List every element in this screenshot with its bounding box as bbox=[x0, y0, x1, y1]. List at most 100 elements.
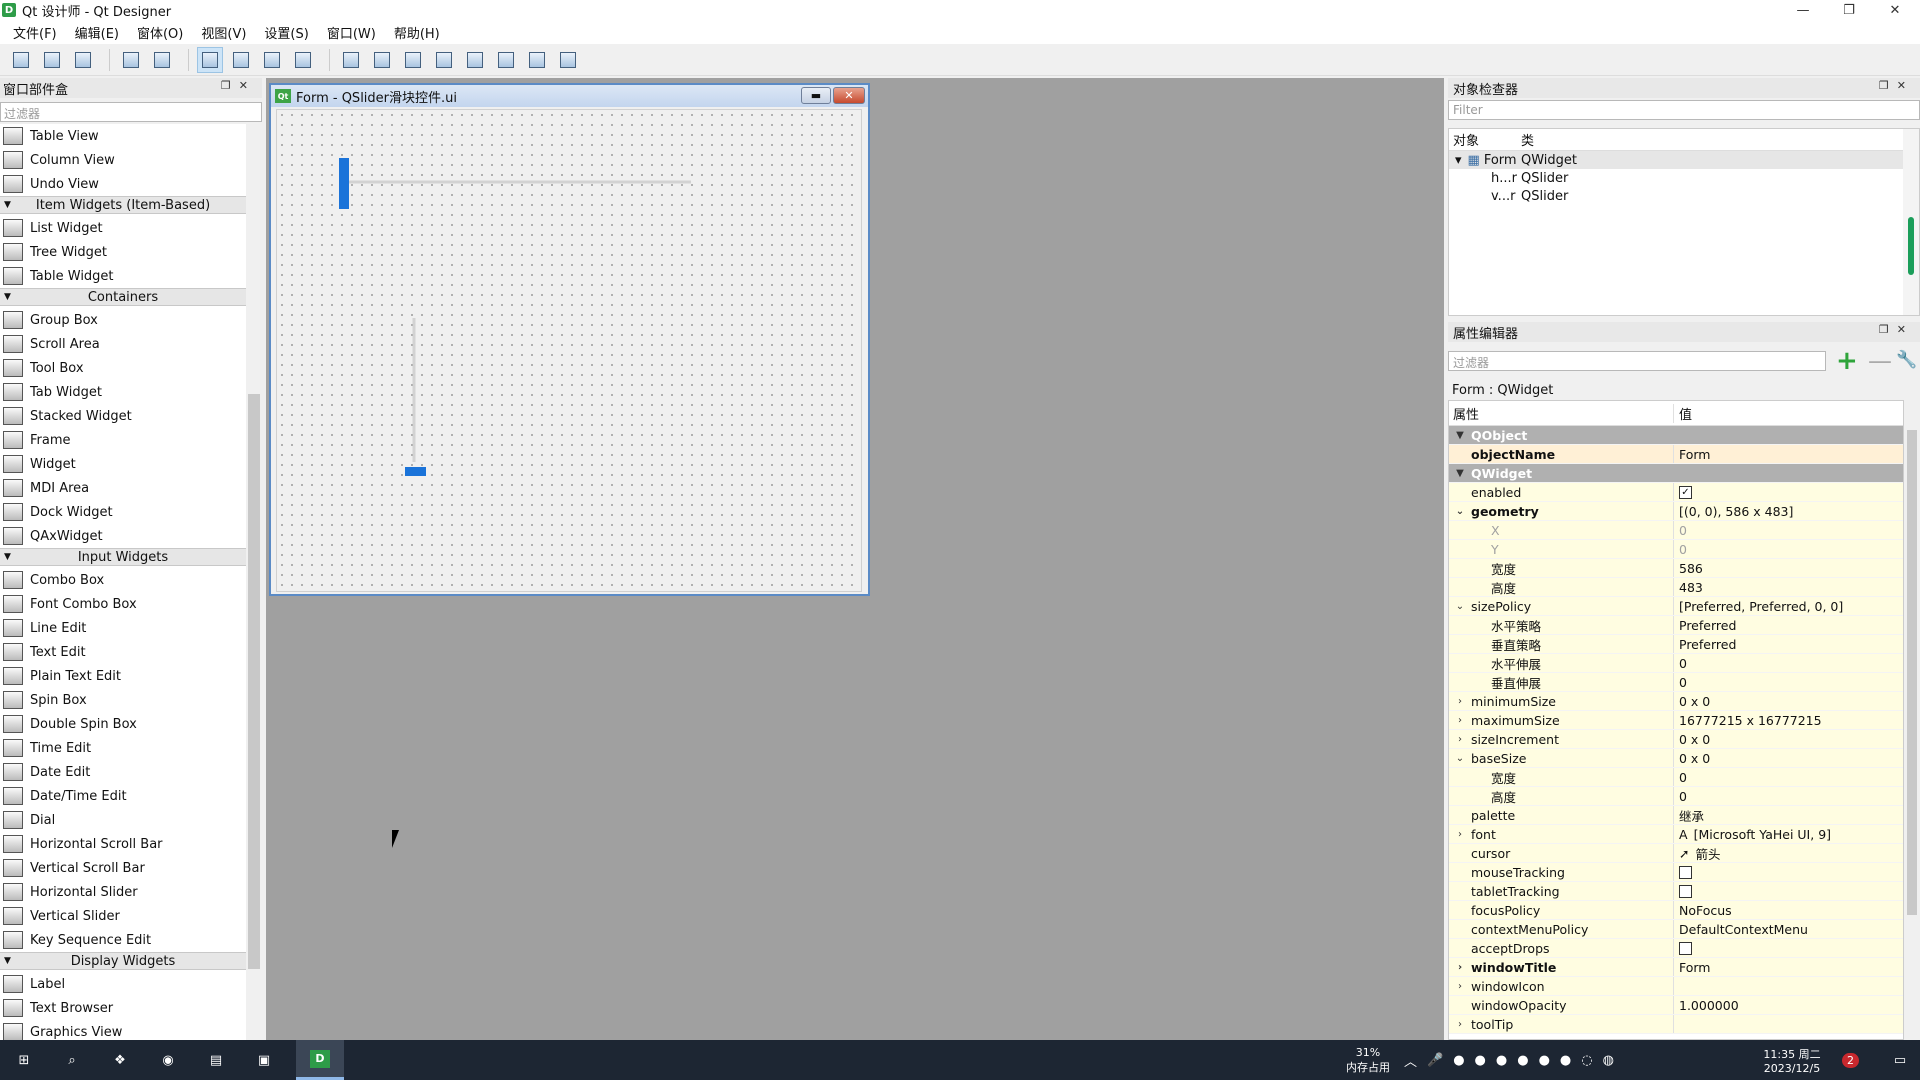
property-value-cell[interactable]: ➚ 箭头 bbox=[1674, 844, 1903, 863]
qq-icon[interactable]: ● bbox=[1539, 1053, 1550, 1068]
property-value-cell[interactable]: [(0, 0), 586 x 483] bbox=[1674, 504, 1903, 519]
property-row[interactable]: › maximumSize 16777215 x 16777215 bbox=[1449, 711, 1903, 730]
widget-category-header[interactable]: ▼ Input Widgets bbox=[0, 548, 246, 566]
property-row[interactable]: 垂直策略 Preferred bbox=[1449, 635, 1903, 654]
widget-category-header[interactable]: ▼ Item Widgets (Item-Based) bbox=[0, 196, 246, 214]
property-row[interactable]: › font A [Microsoft YaHei UI, 9] bbox=[1449, 825, 1903, 844]
widget-box-item[interactable]: Widget bbox=[0, 452, 246, 476]
widget-box-item[interactable]: Date Edit bbox=[0, 760, 246, 784]
property-row[interactable]: 高度 0 bbox=[1449, 787, 1903, 806]
checkbox-checked[interactable]: ✓ bbox=[1679, 485, 1692, 499]
property-value-cell[interactable]: Preferred bbox=[1674, 637, 1903, 652]
property-value-cell[interactable]: 483 bbox=[1674, 580, 1903, 595]
value-column-header[interactable]: 值 bbox=[1674, 404, 1692, 423]
property-value-cell[interactable]: 0 x 0 bbox=[1674, 694, 1903, 709]
widget-box-item[interactable]: Time Edit bbox=[0, 736, 246, 760]
widget-box-item[interactable]: Text Edit bbox=[0, 640, 246, 664]
property-row[interactable]: 水平伸展 0 bbox=[1449, 654, 1903, 673]
property-value-cell[interactable]: 0 bbox=[1674, 789, 1903, 804]
edit-buddies-button[interactable] bbox=[259, 47, 285, 73]
layout-form-button[interactable] bbox=[493, 47, 519, 73]
qq-icon[interactable]: ● bbox=[1496, 1053, 1507, 1068]
wechat-icon[interactable]: ● bbox=[1560, 1053, 1571, 1068]
property-value-cell[interactable]: 继承 bbox=[1674, 806, 1903, 825]
property-value-cell[interactable]: 0 bbox=[1674, 542, 1903, 557]
property-value-cell[interactable] bbox=[1674, 884, 1903, 898]
property-row[interactable]: › windowIcon bbox=[1449, 977, 1903, 996]
property-row[interactable]: ⌄ geometry [(0, 0), 586 x 483] bbox=[1449, 502, 1903, 521]
property-value-cell[interactable] bbox=[1674, 941, 1903, 955]
widget-box-item[interactable]: QAxWidget bbox=[0, 524, 246, 548]
widget-box-item[interactable]: Graphics View bbox=[0, 1020, 246, 1040]
widget-box-item[interactable]: Vertical Scroll Bar bbox=[0, 856, 246, 880]
expand-arrow-icon[interactable]: › bbox=[1449, 1019, 1471, 1030]
property-row[interactable]: 宽度 0 bbox=[1449, 768, 1903, 787]
widget-box-item[interactable]: Key Sequence Edit bbox=[0, 928, 246, 952]
property-row[interactable]: tabletTracking bbox=[1449, 882, 1903, 901]
widget-box-item[interactable]: List Widget bbox=[0, 216, 246, 240]
edge-browser-icon[interactable]: ◉ bbox=[144, 1040, 192, 1080]
layout-horizontal-button[interactable] bbox=[338, 47, 364, 73]
widget-box-item[interactable]: Line Edit bbox=[0, 616, 246, 640]
widget-box-item[interactable]: Combo Box bbox=[0, 568, 246, 592]
search-icon[interactable]: ⌕ bbox=[48, 1040, 96, 1080]
widget-box-item[interactable]: MDI Area bbox=[0, 476, 246, 500]
property-value-cell[interactable]: 0 x 0 bbox=[1674, 751, 1903, 766]
property-scrollbar[interactable] bbox=[1904, 400, 1920, 1040]
widget-box-filter-input[interactable]: 过滤器 bbox=[0, 102, 262, 122]
property-value-cell[interactable]: Preferred bbox=[1674, 618, 1903, 633]
expand-arrow-icon[interactable]: ⌄ bbox=[1449, 506, 1471, 517]
property-row[interactable]: ▼ QObject bbox=[1449, 426, 1903, 445]
checkbox-unchecked[interactable] bbox=[1679, 865, 1692, 879]
expand-arrow-icon[interactable]: › bbox=[1449, 696, 1471, 707]
scrollbar-thumb[interactable] bbox=[1908, 217, 1914, 275]
edit-signals-slots-button[interactable] bbox=[228, 47, 254, 73]
widget-box-item[interactable]: Undo View bbox=[0, 172, 246, 196]
layout-vertical-button[interactable] bbox=[369, 47, 395, 73]
object-tree-scrollbar[interactable] bbox=[1903, 129, 1919, 315]
dock-float-close-icons[interactable]: ❐✕ bbox=[1879, 323, 1914, 336]
widget-box-item[interactable]: Text Browser bbox=[0, 996, 246, 1020]
widget-box-item[interactable]: Plain Text Edit bbox=[0, 664, 246, 688]
notification-badge[interactable]: 2 bbox=[1842, 1040, 1859, 1080]
property-column-header[interactable]: 属性 bbox=[1449, 403, 1674, 423]
widget-box-item[interactable]: Tree Widget bbox=[0, 240, 246, 264]
object-column-header[interactable]: 对象 bbox=[1449, 130, 1529, 149]
open-file-button[interactable] bbox=[39, 47, 65, 73]
property-row[interactable]: › sizeIncrement 0 x 0 bbox=[1449, 730, 1903, 749]
property-value-cell[interactable]: 0 bbox=[1674, 523, 1903, 538]
property-row[interactable]: ⌄ baseSize 0 x 0 bbox=[1449, 749, 1903, 768]
object-filter-input[interactable]: Filter bbox=[1448, 100, 1920, 120]
property-value-cell[interactable] bbox=[1674, 865, 1903, 879]
property-row[interactable]: acceptDrops bbox=[1449, 939, 1903, 958]
widget-box-item[interactable]: Tool Box bbox=[0, 356, 246, 380]
widget-category-header[interactable]: ▼ Display Widgets bbox=[0, 952, 246, 970]
property-value-cell[interactable]: DefaultContextMenu bbox=[1674, 922, 1903, 937]
expand-arrow-icon[interactable]: ⌄ bbox=[1449, 601, 1471, 612]
checkbox-unchecked[interactable] bbox=[1679, 941, 1692, 955]
scrollbar-thumb[interactable] bbox=[1907, 430, 1917, 915]
property-row[interactable]: X0 bbox=[1449, 521, 1903, 540]
expand-arrow-icon[interactable]: › bbox=[1449, 734, 1471, 745]
menu-item[interactable]: 帮助(H) bbox=[385, 23, 449, 42]
save-button[interactable] bbox=[70, 47, 96, 73]
property-value-cell[interactable]: 0 bbox=[1674, 770, 1903, 785]
property-value-cell[interactable]: [Preferred, Preferred, 0, 0] bbox=[1674, 599, 1903, 614]
checkbox-unchecked[interactable] bbox=[1679, 884, 1692, 898]
widget-box-item[interactable]: Stacked Widget bbox=[0, 404, 246, 428]
property-row[interactable]: › toolTip bbox=[1449, 1015, 1903, 1034]
volume-icon[interactable]: ◍ bbox=[1603, 1053, 1614, 1068]
text-editor-icon[interactable]: ▤ bbox=[192, 1040, 240, 1080]
property-row[interactable]: ⌄ sizePolicy [Preferred, Preferred, 0, 0] bbox=[1449, 597, 1903, 616]
property-value-cell[interactable]: 0 bbox=[1674, 675, 1903, 690]
form-minimize-button[interactable]: ▬ bbox=[801, 87, 831, 104]
edit-tab-order-button[interactable] bbox=[290, 47, 316, 73]
minimize-button[interactable]: — bbox=[1780, 0, 1826, 20]
break-layout-button[interactable] bbox=[524, 47, 550, 73]
property-row[interactable]: 宽度 586 bbox=[1449, 559, 1903, 578]
qq-icon[interactable]: ● bbox=[1453, 1053, 1464, 1068]
menu-item[interactable]: 编辑(E) bbox=[66, 23, 128, 42]
property-row[interactable]: objectName Form bbox=[1449, 445, 1903, 464]
property-row[interactable]: 高度 483 bbox=[1449, 578, 1903, 597]
tray-expand-icon[interactable]: ︿ bbox=[1404, 1051, 1417, 1070]
